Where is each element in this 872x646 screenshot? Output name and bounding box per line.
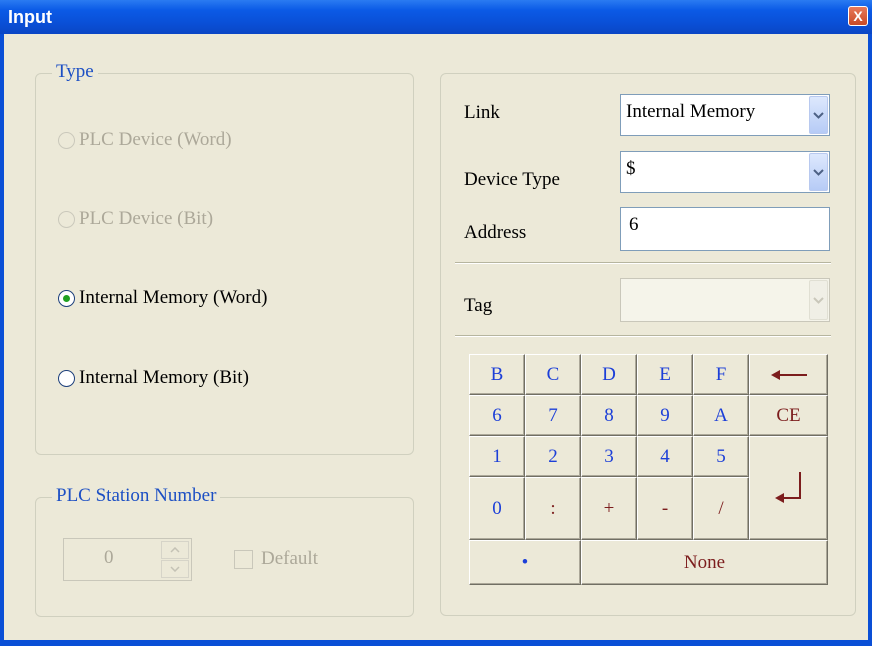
divider (455, 262, 831, 264)
key-colon[interactable]: : (525, 477, 581, 540)
radio-label[interactable]: Internal Memory (Word) (79, 287, 267, 309)
key-e[interactable]: E (637, 354, 693, 395)
key-c[interactable]: C (525, 354, 581, 395)
window-title: Input (8, 7, 52, 27)
key-a[interactable]: A (693, 395, 749, 436)
radio-button (58, 131, 75, 149)
tag-label: Tag (464, 295, 493, 316)
key-5[interactable]: 5 (693, 436, 749, 477)
enter-arrow-icon (774, 472, 801, 503)
spin-up-button (161, 541, 189, 559)
none-key[interactable]: None (581, 540, 828, 585)
radio-plc-device-word: PLC Device (Word) (58, 129, 232, 151)
radio-internal-memory-bit[interactable]: Internal Memory (Bit) (58, 367, 249, 389)
chevron-down-icon (813, 168, 824, 176)
radio-internal-memory-word[interactable]: Internal Memory (Word) (58, 287, 267, 309)
chevron-down-icon (813, 296, 824, 304)
key-3[interactable]: 3 (581, 436, 637, 477)
key-f[interactable]: F (693, 354, 749, 395)
address-value: 6 (629, 214, 639, 235)
link-select-value: Internal Memory (626, 101, 756, 122)
close-icon: X (853, 8, 863, 24)
radio-button[interactable] (58, 369, 75, 387)
backspace-key[interactable] (749, 354, 828, 395)
station-number-spinbox: 0 (63, 538, 192, 581)
station-number-value: 0 (104, 547, 114, 568)
radio-plc-device-bit: PLC Device (Bit) (58, 208, 213, 230)
key-9[interactable]: 9 (637, 395, 693, 436)
default-checkbox-label: Default (261, 548, 318, 569)
key-6[interactable]: 6 (469, 395, 525, 436)
radio-selected-dot (63, 294, 70, 302)
key-8[interactable]: 8 (581, 395, 637, 436)
key-7[interactable]: 7 (525, 395, 581, 436)
dialog-client-area: Type PLC Device (Word) PLC Device (Bit) … (4, 34, 868, 640)
radio-label[interactable]: Internal Memory (Bit) (79, 367, 249, 389)
tag-select (620, 278, 830, 322)
key-2[interactable]: 2 (525, 436, 581, 477)
device-type-value: $ (626, 158, 636, 179)
close-button[interactable]: X (848, 6, 868, 26)
chevron-down-icon (813, 111, 824, 119)
link-label: Link (464, 102, 500, 123)
device-type-select[interactable]: $ (620, 151, 830, 193)
radio-button (58, 210, 75, 228)
chevron-up-icon (170, 547, 180, 553)
type-legend: Type (52, 61, 98, 83)
key-minus[interactable]: - (637, 477, 693, 540)
link-dropdown-button[interactable] (809, 96, 828, 134)
plc-station-legend: PLC Station Number (52, 485, 221, 507)
key-plus[interactable]: + (581, 477, 637, 540)
link-select[interactable]: Internal Memory (620, 94, 830, 136)
clear-entry-key[interactable]: CE (749, 395, 828, 436)
key-b[interactable]: B (469, 354, 525, 395)
spin-down-button (161, 560, 189, 578)
radio-label: PLC Device (Bit) (79, 208, 214, 229)
key-4[interactable]: 4 (637, 436, 693, 477)
address-label: Address (464, 222, 527, 243)
enter-key[interactable] (749, 436, 828, 540)
key-0[interactable]: 0 (469, 477, 525, 540)
key-slash[interactable]: / (693, 477, 749, 540)
title-bar[interactable]: Input X (0, 0, 872, 34)
input-dialog: Input X Type PLC Device (Word) PLC Devic… (0, 0, 872, 646)
device-type-label: Device Type (464, 169, 560, 190)
radio-label: PLC Device (Word) (79, 129, 232, 150)
device-type-dropdown-button[interactable] (809, 153, 828, 191)
left-arrow-icon (770, 369, 807, 380)
address-input[interactable]: 6 (620, 207, 830, 251)
tag-dropdown-button (809, 280, 828, 320)
key-1[interactable]: 1 (469, 436, 525, 477)
dot-key[interactable]: • (469, 540, 581, 585)
key-d[interactable]: D (581, 354, 637, 395)
radio-button[interactable] (58, 289, 75, 307)
divider (455, 335, 831, 337)
chevron-down-icon (170, 566, 180, 572)
default-checkbox (234, 550, 253, 569)
